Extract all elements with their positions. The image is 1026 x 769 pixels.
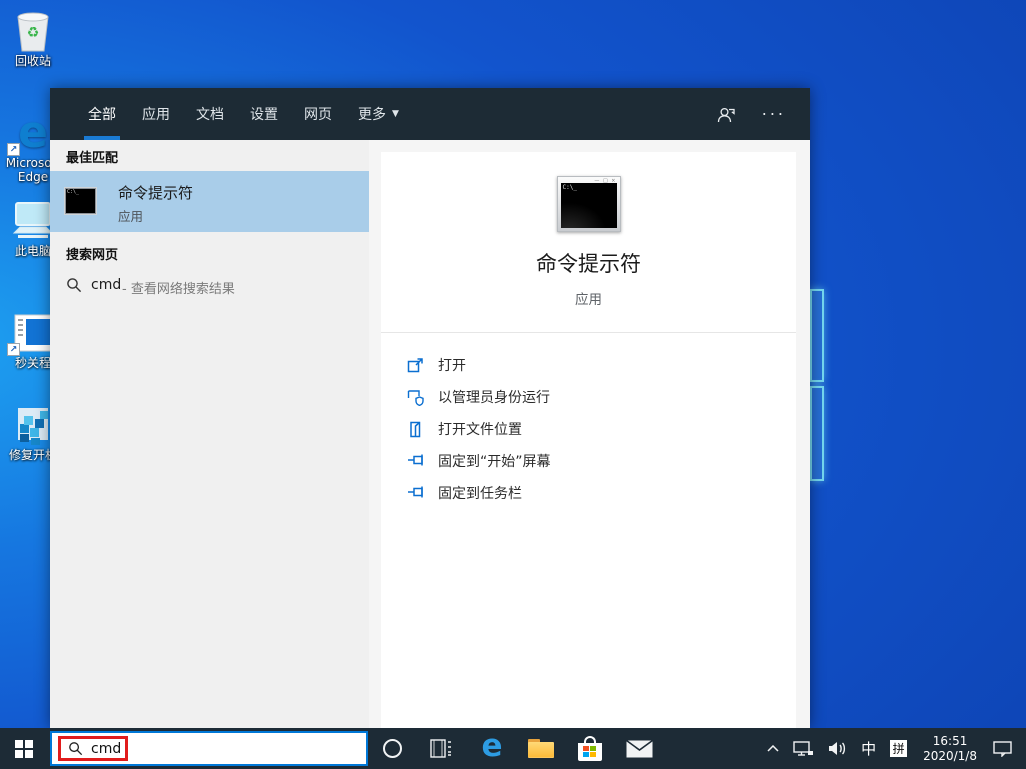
task-view-button[interactable] xyxy=(417,728,465,769)
taskbar-search-box[interactable] xyxy=(50,731,368,766)
action-open[interactable]: 打开 xyxy=(407,349,796,381)
action-label: 固定到任务栏 xyxy=(438,486,522,502)
action-center-icon xyxy=(993,740,1012,757)
search-filter-tabs: 全部 应用 文档 设置 网页 更多 ▼ xyxy=(75,88,412,140)
task-view-icon xyxy=(430,739,451,758)
store-button[interactable] xyxy=(566,728,614,769)
taskbar: e xyxy=(0,728,1026,769)
tab-settings[interactable]: 设置 xyxy=(237,88,291,140)
tab-web[interactable]: 网页 xyxy=(291,88,345,140)
desktop: ♻ 回收站 e ↗ Microsoft Edge 此电脑 ↗ 秒关程 修复开机 … xyxy=(0,0,1026,769)
svg-text:♻: ♻ xyxy=(27,25,40,41)
cmd-terminal-large-icon: — □ × C:\_ xyxy=(556,176,621,232)
web-suffix-text: - 查看网络搜索结果 xyxy=(122,282,235,297)
action-label: 打开文件位置 xyxy=(438,422,522,438)
search-icon xyxy=(66,277,82,293)
action-label: 打开 xyxy=(438,358,466,374)
tray-overflow-button[interactable] xyxy=(760,728,786,769)
cortana-button[interactable] xyxy=(368,728,416,769)
wallpaper-logo-pane xyxy=(810,289,824,382)
pin-icon xyxy=(408,454,423,465)
chevron-up-icon xyxy=(767,745,779,752)
desktop-icon-label: Edge xyxy=(17,170,49,184)
search-flyout-panel: 全部 应用 文档 设置 网页 更多 ▼ ... 最佳匹配 C:\_ 命令提示符 … xyxy=(50,88,810,728)
tab-documents[interactable]: 文档 xyxy=(183,88,237,140)
store-icon xyxy=(578,736,602,761)
file-location-icon xyxy=(410,421,421,437)
result-subtitle: 应用 xyxy=(118,209,144,224)
network-icon xyxy=(793,740,814,756)
account-icon[interactable] xyxy=(717,106,736,123)
result-preview-pane: — □ × C:\_ 命令提示符 应用 打开 以管理员身份运行 打开文件位置 固… xyxy=(381,152,796,728)
search-results-pane: 最佳匹配 C:\_ 命令提示符 应用 搜索网页 cmd - 查看网络搜索结果 xyxy=(50,140,369,728)
edge-taskbar-button[interactable]: e xyxy=(468,728,516,769)
ime-language-button[interactable]: 中 xyxy=(854,728,883,769)
chevron-down-icon: ▼ xyxy=(392,109,399,119)
preview-app-subtitle: 应用 xyxy=(575,292,602,308)
system-tray: 中 拼 16:51 2020/1/8 xyxy=(760,728,1026,769)
tab-apps[interactable]: 应用 xyxy=(129,88,183,140)
volume-button[interactable] xyxy=(821,728,854,769)
start-button[interactable] xyxy=(0,728,48,769)
wallpaper-logo-pane xyxy=(810,386,824,481)
ime-language-label: 中 xyxy=(861,740,877,758)
action-open-file-location[interactable]: 打开文件位置 xyxy=(407,413,796,445)
recycle-bin-icon: ♻ xyxy=(1,8,65,54)
action-label: 以管理员身份运行 xyxy=(438,390,550,406)
mail-button[interactable] xyxy=(615,728,663,769)
desktop-icon-label: 回收站 xyxy=(14,54,51,68)
edge-icon: e xyxy=(481,728,503,764)
clock[interactable]: 16:51 2020/1/8 xyxy=(914,728,986,769)
desktop-icon-recycle-bin[interactable]: ♻ 回收站 xyxy=(1,8,65,68)
admin-shield-icon xyxy=(407,389,424,406)
result-title: 命令提示符 xyxy=(118,184,194,202)
shortcut-arrow-icon: ↗ xyxy=(7,143,20,156)
tab-all[interactable]: 全部 xyxy=(75,88,129,140)
more-options-icon[interactable]: ... xyxy=(762,102,786,123)
action-pin-to-start[interactable]: 固定到“开始”屏幕 xyxy=(407,445,796,477)
store-tile xyxy=(583,746,589,751)
file-explorer-icon xyxy=(528,739,554,758)
action-label: 固定到“开始”屏幕 xyxy=(438,454,551,470)
ime-mode-button[interactable]: 拼 xyxy=(883,728,914,769)
open-icon xyxy=(407,357,423,372)
web-query-text: cmd xyxy=(91,277,122,293)
tab-more[interactable]: 更多 ▼ xyxy=(345,88,412,140)
shortcut-arrow-icon: ↗ xyxy=(7,343,20,356)
annotation-highlight-box xyxy=(58,736,128,761)
action-pin-to-taskbar[interactable]: 固定到任务栏 xyxy=(407,477,796,509)
mail-icon xyxy=(625,739,653,757)
pin-icon xyxy=(408,486,423,497)
cmd-terminal-icon: C:\_ xyxy=(64,187,97,215)
file-explorer-button[interactable] xyxy=(517,728,565,769)
volume-icon xyxy=(829,742,846,755)
cortana-icon xyxy=(382,739,402,758)
network-status-button[interactable] xyxy=(786,728,821,769)
result-web-search[interactable]: cmd - 查看网络搜索结果 xyxy=(50,268,369,304)
result-command-prompt[interactable]: C:\_ 命令提示符 应用 xyxy=(50,171,369,232)
best-match-header: 最佳匹配 xyxy=(66,151,119,166)
action-list: 打开 以管理员身份运行 打开文件位置 固定到“开始”屏幕 固定到任务栏 xyxy=(381,333,796,509)
tray-time: 16:51 xyxy=(932,733,968,748)
ime-mode-label: 拼 xyxy=(890,740,908,757)
tray-date: 2020/1/8 xyxy=(923,748,977,763)
preview-app-title: 命令提示符 xyxy=(536,252,641,276)
windows-logo-icon xyxy=(15,739,33,758)
action-center-button[interactable] xyxy=(986,728,1026,769)
search-web-header: 搜索网页 xyxy=(66,248,119,263)
search-filter-bar: 全部 应用 文档 设置 网页 更多 ▼ ... xyxy=(50,88,810,140)
action-run-as-admin[interactable]: 以管理员身份运行 xyxy=(407,381,796,413)
